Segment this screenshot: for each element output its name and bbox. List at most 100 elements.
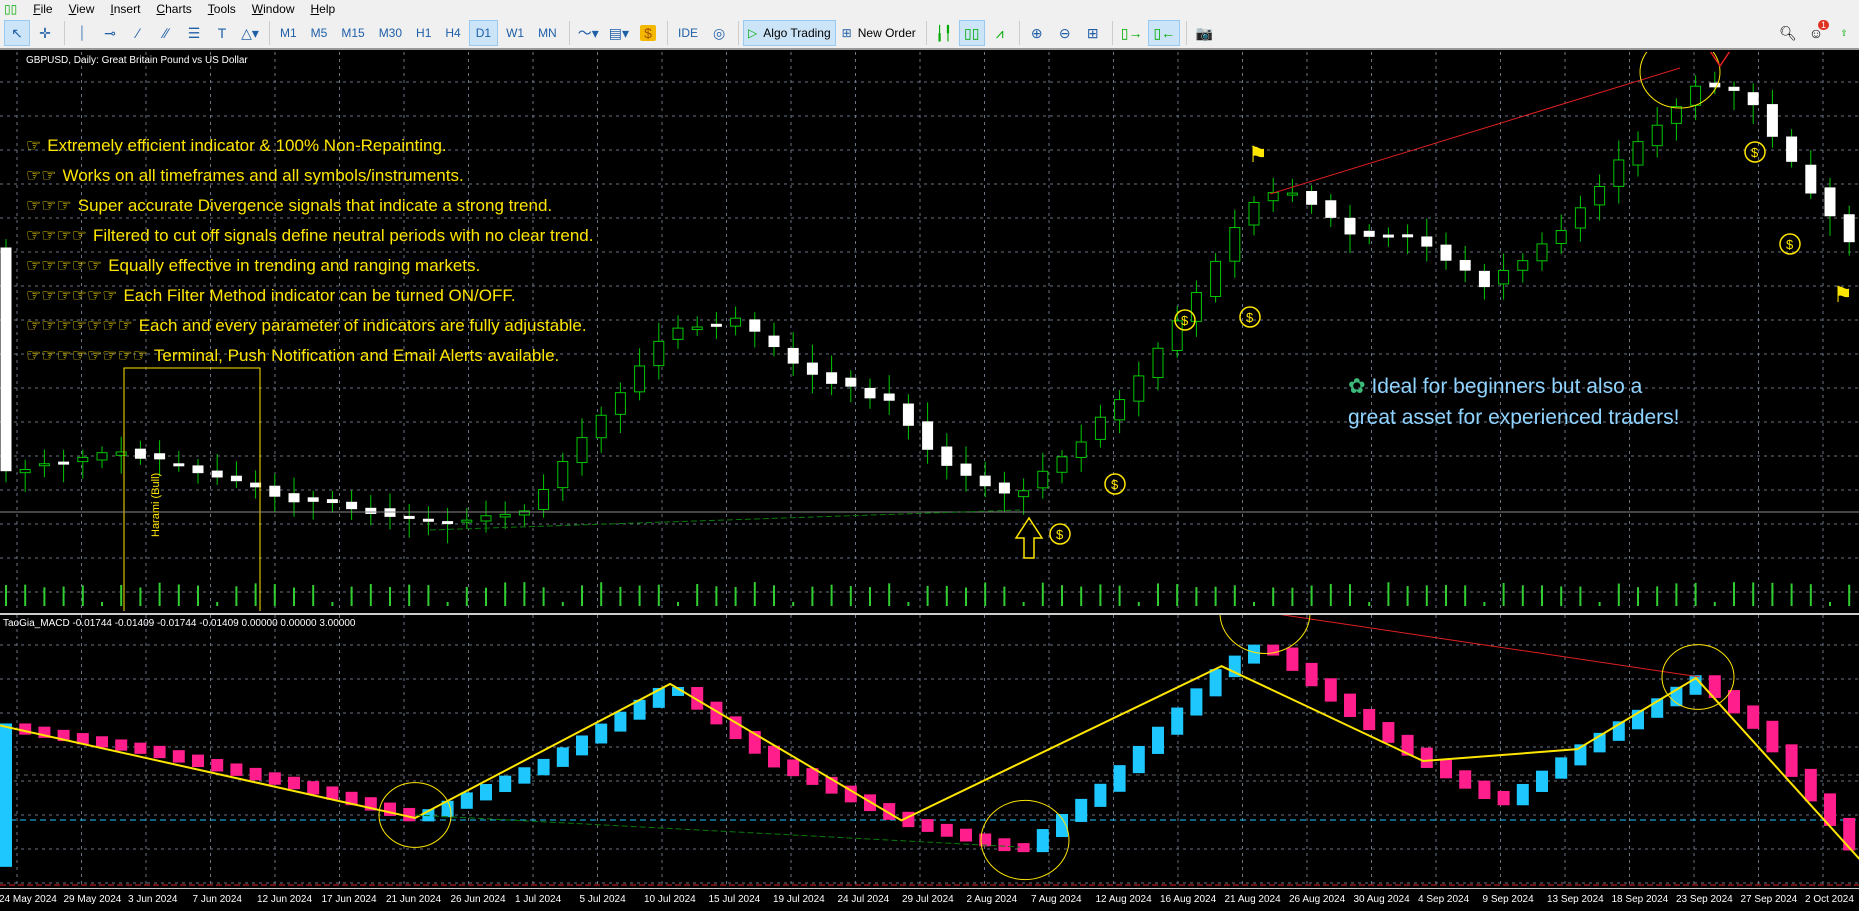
candle-body — [998, 482, 1010, 494]
macd-bar-up — [556, 747, 569, 767]
search-icon[interactable]: 🔍︎ — [1775, 20, 1801, 46]
pointing-hand-icon: ☞☞☞☞☞ — [26, 256, 103, 275]
menu-insert[interactable]: Insert — [110, 2, 140, 16]
pointing-hand-icon: ☞☞☞☞☞☞☞☞ — [26, 346, 148, 365]
candle-body — [1824, 187, 1836, 217]
candle-body — [211, 470, 223, 478]
timeframe-m15[interactable]: M15 — [335, 20, 370, 46]
algo-trading-button[interactable]: ▷ Algo Trading — [743, 20, 836, 46]
candle-body — [1459, 259, 1471, 271]
candle-body — [845, 377, 857, 387]
macd-bar-up — [1075, 798, 1088, 822]
macd-bar-down — [1324, 678, 1337, 702]
menu-view[interactable]: View — [69, 2, 95, 16]
notifications-icon[interactable]: ☺ 1 — [1803, 20, 1829, 46]
signals-icon[interactable]: ◎ — [706, 20, 732, 46]
candle-body — [576, 437, 588, 463]
menu-tools[interactable]: Tools — [208, 2, 236, 16]
crosshair-icon[interactable]: ✛ — [32, 20, 58, 46]
time-axis: 24 May 2024 29 May 2024 3 Jun 2024 7 Jun 20… — [0, 888, 1859, 911]
candle-body — [461, 519, 473, 523]
price-chart[interactable]: $ $ $ $ $ $ ⚑ ⚑ GBPUSD, Daily: Great Britain Po… — [0, 52, 1859, 611]
macd-bar-up — [480, 784, 492, 801]
date-label: 19 Jul 2024 — [773, 894, 825, 905]
macd-bar-up — [1036, 829, 1049, 853]
macd-bar-down — [230, 763, 243, 776]
line-chart-icon[interactable]: ⩘ — [987, 20, 1013, 46]
candle-body — [1018, 490, 1030, 498]
screenshot-icon[interactable]: 📷 — [1191, 20, 1217, 46]
menu-file[interactable]: File — [33, 2, 52, 16]
dollar-icon[interactable]: $ — [635, 20, 661, 46]
candle-body — [38, 463, 50, 467]
candle-body — [173, 463, 185, 467]
candle-body — [634, 365, 646, 393]
feature-line: ☞☞☞☞☞☞☞ Each and every parameter of indic… — [26, 316, 587, 335]
candle-body — [538, 489, 550, 510]
flower-icon: ✿ — [1348, 375, 1372, 398]
menu-window[interactable]: Window — [252, 2, 295, 16]
date-label: 23 Sep 2024 — [1676, 894, 1733, 905]
candle-body — [1075, 441, 1087, 458]
timeframe-h4[interactable]: H4 — [439, 20, 466, 46]
zoom-in-icon[interactable]: ⊕ — [1024, 20, 1050, 46]
menu-charts[interactable]: Charts — [156, 2, 191, 16]
macd-bar-down — [1785, 744, 1798, 777]
timeframe-m30[interactable]: M30 — [373, 20, 408, 46]
candle-body — [1344, 217, 1356, 235]
zoom-out-icon[interactable]: ⊖ — [1052, 20, 1078, 46]
pointing-hand-icon: ☞☞ — [26, 166, 57, 185]
candlestick-chart-icon[interactable]: ▯▯ — [958, 20, 985, 46]
chart-shift-icon[interactable]: ▯← — [1148, 20, 1181, 46]
indicators-icon[interactable]: 〜▾ — [574, 20, 603, 46]
menu-help[interactable]: Help — [310, 2, 335, 16]
candle-body — [1843, 214, 1855, 243]
bar-chart-icon[interactable]: ╽╿ — [931, 20, 957, 46]
lvl-icon[interactable]: ⇧ — [1831, 20, 1857, 46]
fibonacci-icon[interactable]: ☰ — [181, 20, 207, 46]
pointing-hand-icon: ☞☞☞☞☞☞☞ — [26, 316, 133, 335]
candle-body — [269, 485, 281, 497]
pattern-label: Harami (Bull) — [150, 472, 162, 537]
candle-body — [1056, 456, 1068, 473]
autoscroll-icon[interactable]: ▯→ — [1117, 20, 1147, 46]
chart-title: GBPUSD, Daily: Great Britain Pound vs US… — [26, 55, 248, 66]
macd-bar-down — [1843, 817, 1856, 851]
date-label: 5 Jul 2024 — [579, 894, 626, 905]
ide-button[interactable]: IDE — [672, 20, 704, 46]
cursor-tool-icon[interactable]: ↖ — [4, 20, 30, 46]
candle-body — [1229, 227, 1241, 262]
macd-bar-down — [96, 736, 108, 748]
macd-indicator-pane[interactable]: TaoGia_MACD -0.01744 -0.01409 -0.01744 -… — [0, 613, 1859, 888]
candle-body — [19, 468, 31, 474]
trendline-icon[interactable]: ⁄ — [125, 20, 151, 46]
text-tool-icon[interactable]: T — [209, 20, 235, 46]
candle-body — [365, 507, 377, 514]
macd-bar-down — [307, 781, 320, 795]
macd-bar-up — [1094, 783, 1107, 807]
macd-bar-up — [614, 711, 627, 732]
candle-body — [614, 392, 626, 415]
channel-icon[interactable]: ∕∕ — [153, 20, 179, 46]
timeframe-m5[interactable]: M5 — [305, 20, 334, 46]
templates-icon[interactable]: ▤▾ — [605, 20, 633, 46]
shapes-icon[interactable]: △▾ — [237, 20, 263, 46]
timeframe-w1[interactable]: W1 — [500, 20, 530, 46]
tile-windows-icon[interactable]: ⊞ — [1080, 20, 1106, 46]
candle-body — [58, 461, 70, 465]
timeframe-h1[interactable]: H1 — [410, 20, 437, 46]
new-order-button[interactable]: ⊞ New Order — [838, 20, 920, 46]
timeframe-mn[interactable]: MN — [532, 20, 563, 46]
candle-body — [1363, 230, 1375, 237]
candle-body — [115, 451, 127, 456]
macd-bar-up — [1209, 669, 1222, 697]
timeframe-d1[interactable]: D1 — [468, 20, 499, 46]
macd-bar-down — [1286, 647, 1299, 671]
date-label: 2 Oct 2024 — [1805, 894, 1854, 905]
macd-bar-up — [460, 792, 473, 809]
candle-body — [902, 403, 914, 426]
date-label: 15 Jul 2024 — [708, 894, 761, 905]
timeframe-m1[interactable]: M1 — [274, 20, 303, 46]
vertical-line-icon[interactable]: ⏐ — [69, 20, 95, 46]
horizontal-line-icon[interactable]: ⊸ — [97, 20, 123, 46]
